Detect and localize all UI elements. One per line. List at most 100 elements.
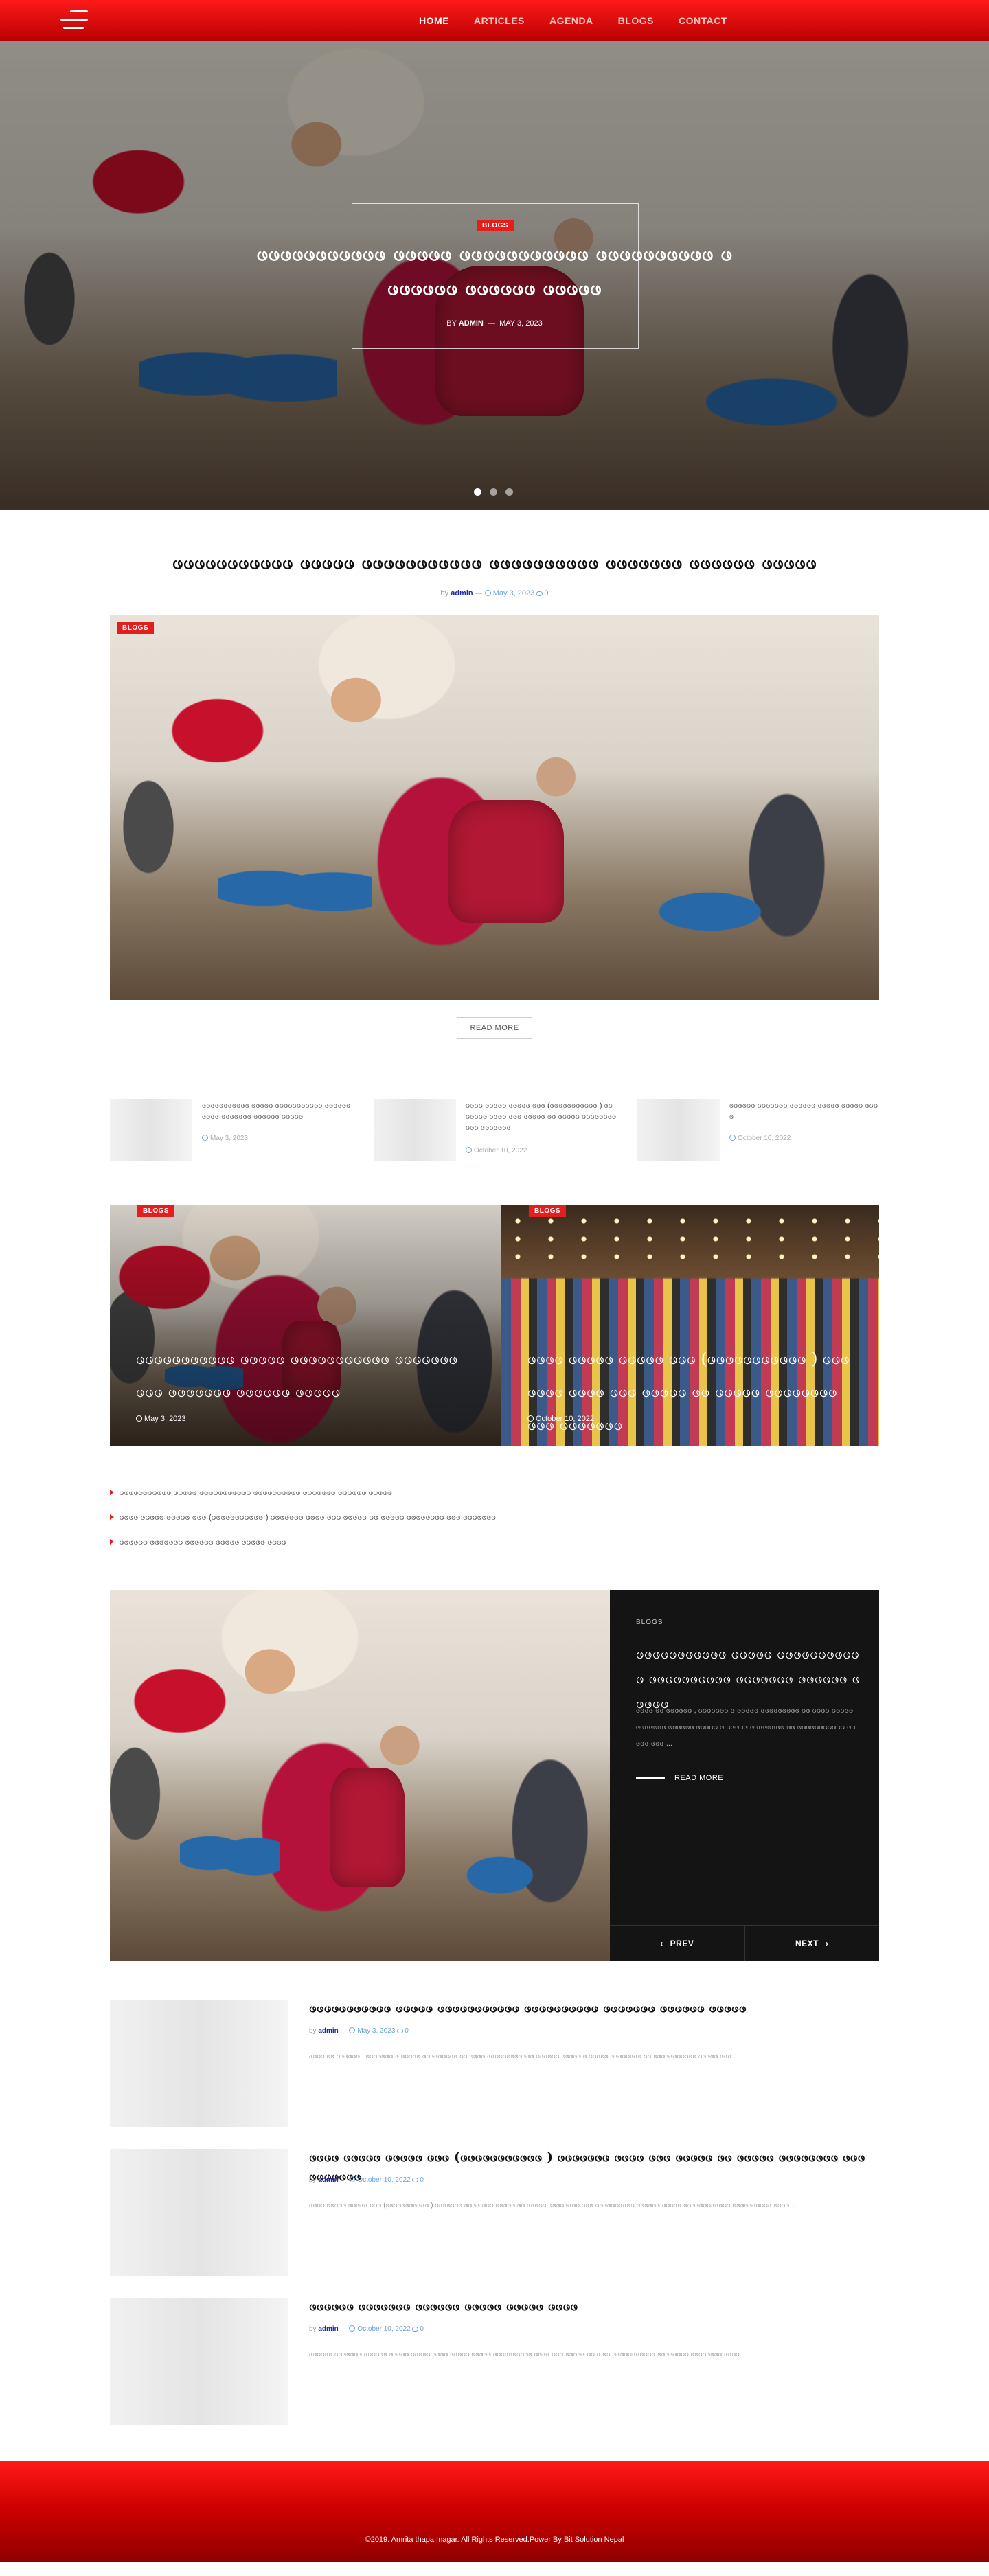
read-more-button[interactable]: READ MORE — [457, 1017, 532, 1039]
nav-contact[interactable]: CONTACT — [679, 15, 727, 26]
small-post[interactable]: ဖဖဖဖဖဖ ဖဖဖဖဖဖဖ ဖဖဖဖဖဖ ဖဖဖဖဖ ဖဖဖဖဖ ဖဖဖဖ O… — [637, 1099, 885, 1161]
list-post-comments[interactable]: 0 — [420, 2325, 424, 2333]
featured-category-badge[interactable]: BLOGS — [117, 622, 155, 634]
post-thumbnail[interactable] — [637, 1099, 720, 1161]
clock-icon — [349, 2027, 356, 2033]
overlay-card-badge[interactable]: BLOGS — [529, 1205, 567, 1217]
list-post-by: by — [309, 2325, 317, 2333]
next-button[interactable]: NEXT › — [745, 1926, 880, 1961]
list-post: ဖဖဖဖဖဖဖဖဖဖဖ ဖဖဖဖဖ ဖဖဖဖဖဖဖဖဖဖဖ ဖဖဖဖဖဖဖဖဖဖ… — [110, 2000, 879, 2127]
list-post-comments[interactable]: 0 — [405, 2027, 409, 2035]
list-post: ဖဖဖဖဖဖ ဖဖဖဖဖဖဖ ဖဖဖဖဖဖ ဖဖဖဖဖ ဖဖဖဖဖ ဖဖဖဖ b… — [110, 2298, 879, 2425]
next-label: NEXT — [795, 1938, 819, 1948]
featured-sep: — — [475, 589, 483, 597]
headline-item[interactable]: ဖဖဖဖ ဖဖဖဖဖ ဖဖဖဖဖ ဖဖဖ (ဖဖဖဖဖဖဖဖဖဖဖ ) ဖဖဖဖ… — [110, 1512, 797, 1537]
chevron-right-icon: › — [826, 1938, 829, 1948]
list-post-sep: — — [340, 2325, 348, 2333]
hero-category-badge[interactable]: BLOGS — [477, 220, 514, 231]
list-post-sep: — — [340, 2176, 348, 2184]
list-post-date[interactable]: October 10, 2022 — [357, 2176, 410, 2184]
small-post-date: October 10, 2022 — [466, 1147, 527, 1154]
slider-read-more-label: READ MORE — [674, 1774, 724, 1782]
featured-author[interactable]: admin — [451, 589, 473, 597]
list-post-excerpt: ဖဖဖဖဖဖ ဖဖဖဖဖဖဖ ဖဖဖဖဖဖ ဖဖဖဖဖ ဖဖဖဖဖ ဖဖဖဖ ဖ… — [309, 2351, 746, 2358]
slider-image[interactable] — [110, 1590, 610, 1961]
slider-category[interactable]: BLOGS — [636, 1619, 663, 1626]
clock-icon — [527, 1415, 534, 1422]
nav-home[interactable]: HOME — [419, 15, 449, 26]
comment-icon — [412, 2178, 419, 2182]
overlay-card-date-text: May 3, 2023 — [144, 1415, 186, 1423]
site-header: HOME ARTICLES AGENDA BLOGS CONTACT — [0, 0, 989, 41]
list-post-comments[interactable]: 0 — [420, 2176, 424, 2184]
headline-item[interactable]: ဖဖဖဖဖဖဖဖဖဖဖ ဖဖဖဖဖ ဖဖဖဖဖဖဖဖဖဖဖ ဖဖဖဖဖဖဖဖဖဖ… — [110, 1488, 797, 1512]
nav-blogs[interactable]: BLOGS — [618, 15, 654, 26]
overlay-card-title[interactable]: ဖဖဖဖဖဖဖဖဖဖဖ ဖဖဖဖဖ ဖဖဖဖဖဖဖဖဖဖဖ ဖဖဖဖဖဖဖဖဖဖ… — [136, 1343, 459, 1409]
list-post-meta: by admin — October 10, 2022 0 — [309, 2176, 424, 2184]
small-post[interactable]: ဖဖဖဖဖဖဖဖဖဖဖ ဖဖဖဖဖ ဖဖဖဖဖဖဖဖဖဖဖ ဖဖဖဖဖဖဖဖဖဖ… — [110, 1099, 357, 1161]
comment-icon — [536, 591, 543, 596]
nav-agenda[interactable]: AGENDA — [549, 15, 593, 26]
slider-dot-1[interactable] — [474, 488, 481, 496]
headline-list: ဖဖဖဖဖဖဖဖဖဖဖ ဖဖဖဖဖ ဖဖဖဖဖဖဖဖဖဖဖ ဖဖဖဖဖဖဖဖဖဖ… — [110, 1488, 797, 1562]
nav-articles[interactable]: ARTICLES — [474, 15, 525, 26]
list-post-meta: by admin — October 10, 2022 0 — [309, 2325, 424, 2333]
post-thumbnail[interactable] — [374, 1099, 456, 1161]
featured-meta: by admin — May 3, 2023 0 — [357, 589, 632, 597]
list-post-title[interactable]: ဖဖဖဖဖဖ ဖဖဖဖဖဖဖ ဖဖဖဖဖဖ ဖဖဖဖဖ ဖဖဖဖဖ ဖဖဖဖ — [309, 2298, 872, 2317]
slider-read-more[interactable]: READ MORE — [636, 1774, 723, 1782]
small-post-date-text: October 10, 2022 — [738, 1135, 791, 1142]
featured-image[interactable] — [110, 615, 879, 1000]
featured-comments[interactable]: 0 — [544, 589, 548, 597]
overlay-card[interactable]: BLOGS ဖဖဖဖ ဖဖဖဖဖ ဖဖဖဖဖ ဖဖဖ (ဖဖဖဖဖဖဖဖဖဖဖ … — [501, 1205, 879, 1446]
list-post-author[interactable]: admin — [318, 2027, 338, 2035]
headline-item[interactable]: ဖဖဖဖဖဖ ဖဖဖဖဖဖဖ ဖဖဖဖဖဖ ဖဖဖဖဖ ဖဖဖဖဖ ဖဖဖဖ — [110, 1537, 797, 1562]
overlay-card-title[interactable]: ဖဖဖဖ ဖဖဖဖဖ ဖဖဖဖဖ ဖဖဖ (ဖဖဖဖဖဖဖဖဖဖဖ ) ဖဖဖဖ… — [527, 1343, 850, 1441]
slider-excerpt: ဖဖဖဖ ဖဖ ဖဖဖဖဖဖ , ဖဖဖဖဖဖဖ ဖ ဖဖဖဖဖ ဖဖဖဖဖဖဖ… — [636, 1707, 856, 1748]
clock-icon — [136, 1415, 142, 1422]
small-post-date-text: May 3, 2023 — [210, 1135, 249, 1142]
list-post-excerpt: ဖဖဖဖ ဖဖ ဖဖဖဖဖဖ , ဖဖဖဖဖဖဖ ဖ ဖဖဖဖဖ ဖဖဖဖဖဖဖ… — [309, 2053, 738, 2060]
overlay-card[interactable]: BLOGS ဖဖဖဖဖဖဖဖဖဖဖ ဖဖဖဖဖ ဖဖဖဖဖဖဖဖဖဖဖ ဖဖဖဖ… — [110, 1205, 501, 1446]
featured-title[interactable]: ဖဖဖဖဖဖဖဖဖဖဖ ဖဖဖဖဖ ဖဖဖဖဖဖဖဖဖဖဖ ဖဖဖဖဖဖဖဖဖဖ… — [110, 549, 879, 578]
clock-icon — [349, 2325, 356, 2332]
clock-icon — [202, 1135, 208, 1141]
small-post-title[interactable]: ဖဖဖဖ ဖဖဖဖဖ ဖဖဖဖဖ ဖဖဖ (ဖဖဖဖဖဖဖဖဖဖဖ ) ဖဖဖဖ… — [466, 1100, 617, 1133]
hero-by: BY — [446, 319, 457, 328]
small-post[interactable]: ဖဖဖဖ ဖဖဖဖဖ ဖဖဖဖဖ ဖဖဖ (ဖဖဖဖဖဖဖဖဖဖဖ ) ဖဖဖဖ… — [374, 1099, 621, 1161]
list-post-excerpt: ဖဖဖဖ ဖဖဖဖဖ ဖဖဖဖဖ ဖဖဖ (ဖဖဖဖဖဖဖဖဖဖဖ ) ဖဖဖဖ… — [309, 2202, 795, 2209]
overlay-card-badge[interactable]: BLOGS — [137, 1205, 175, 1217]
hero-title[interactable]: ဖဖဖဖဖဖဖဖဖဖဖ ဖဖဖဖဖ ဖဖဖဖဖဖဖဖဖဖဖ ဖဖဖဖဖဖဖဖဖဖ… — [254, 237, 735, 306]
list-post-date[interactable]: October 10, 2022 — [357, 2325, 410, 2333]
slider-nav: ‹ PREV NEXT › — [610, 1925, 879, 1961]
menu-icon[interactable] — [60, 9, 88, 31]
list-post-title[interactable]: ဖဖဖဖဖဖဖဖဖဖဖ ဖဖဖဖဖ ဖဖဖဖဖဖဖဖဖဖဖ ဖဖဖဖဖဖဖဖဖဖ… — [309, 2000, 872, 2019]
list-post-by: by — [309, 2027, 317, 2035]
list-post-date[interactable]: May 3, 2023 — [357, 2027, 395, 2035]
small-post-date: October 10, 2022 — [729, 1135, 791, 1142]
slider-dot-2[interactable] — [490, 488, 497, 496]
line-icon — [636, 1777, 665, 1779]
comment-icon — [397, 2029, 404, 2033]
prev-button[interactable]: ‹ PREV — [610, 1926, 745, 1961]
list-post-by: by — [309, 2176, 317, 2184]
post-thumbnail[interactable] — [110, 1099, 192, 1161]
post-thumbnail[interactable] — [110, 2149, 288, 2276]
featured-date[interactable]: May 3, 2023 — [493, 589, 535, 597]
main-nav: HOME ARTICLES AGENDA BLOGS CONTACT — [419, 0, 727, 41]
slider-dot-3[interactable] — [505, 488, 513, 496]
post-thumbnail[interactable] — [110, 2298, 288, 2425]
small-post-title[interactable]: ဖဖဖဖဖဖဖဖဖဖဖ ဖဖဖဖဖ ဖဖဖဖဖဖဖဖဖဖဖ ဖဖဖဖဖဖဖဖဖဖ… — [202, 1100, 353, 1122]
list-post-sep: — — [340, 2027, 348, 2035]
post-thumbnail[interactable] — [110, 2000, 288, 2127]
hero-meta: BY ADMIN — MAY 3, 2023 — [426, 319, 563, 328]
list-post-author[interactable]: admin — [318, 2325, 338, 2333]
hero-author[interactable]: ADMIN — [459, 319, 484, 328]
featured-by: by — [440, 589, 449, 597]
clock-icon — [484, 590, 491, 596]
list-post: ဖဖဖဖ ဖဖဖဖဖ ဖဖဖဖဖ ဖဖဖ (ဖဖဖဖဖဖဖဖဖဖဖ ) ဖဖဖဖ… — [110, 2149, 879, 2276]
small-post-title[interactable]: ဖဖဖဖဖဖ ဖဖဖဖဖဖဖ ဖဖဖဖဖဖ ဖဖဖဖဖ ဖဖဖဖဖ ဖဖဖဖ — [729, 1100, 880, 1122]
list-post-meta: by admin — May 3, 2023 0 — [309, 2027, 409, 2035]
list-post-author[interactable]: admin — [318, 2176, 338, 2184]
hero-date: MAY 3, 2023 — [499, 319, 543, 328]
